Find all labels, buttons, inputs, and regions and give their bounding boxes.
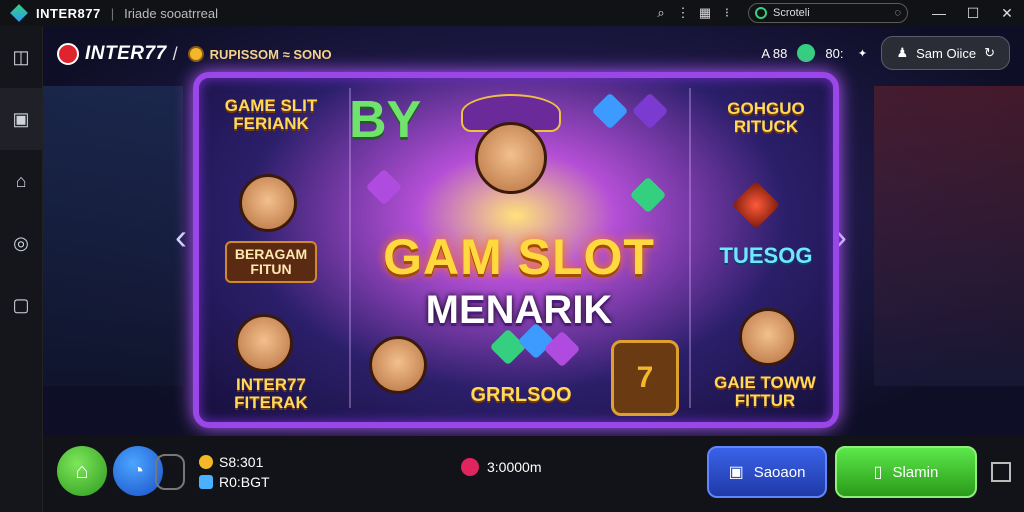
sidebar-item-screen[interactable]: ▣ [0,88,42,150]
sidebar-item-location[interactable]: ◎ [0,212,42,274]
gift-icon: ▣ [728,464,744,481]
mic-icon[interactable]: ◌ [894,7,901,19]
home-icon: ⌂ [75,458,89,483]
search-icon[interactable]: ⌕ [650,5,672,21]
home-button[interactable]: ⌂ [57,446,107,496]
search-value: Scroteli [773,7,810,19]
slot-title-main: GAM SLOT [383,229,655,285]
menu-icon[interactable]: ⁝ [716,5,738,21]
character-center-left [369,336,427,394]
treasure-pot-icon [731,180,781,230]
reel-divider [689,88,691,408]
coin-icon [199,455,213,469]
stat-bottom: R0:BGT [219,474,270,490]
gem-green-icon [797,44,816,62]
stat-top: S8:301 [219,454,264,470]
balance-value: 3:0000m [487,459,542,475]
blue-button-label: Saoaon [753,463,806,481]
emerald-gem-icon [489,328,527,366]
window-titlebar: INTER877 | Iriade sooatrreal ⌕ ⋮ ▦ ⁝ Scr… [0,0,1024,26]
card-symbol-icon [365,168,403,206]
prev-arrow-icon[interactable]: ‹ [175,216,187,258]
sidebar-item-window[interactable]: ▢ [0,274,42,336]
cash-symbol-icon [629,176,667,214]
spin-button[interactable]: ▯ Slamin [835,446,977,498]
game-viewport[interactable]: INTER77 / RUPISSOM ≈ SONO A 88 80: ✦ ♟ S… [43,26,1024,436]
player-stats: S8:301 R0:BGT [199,452,270,492]
arcade-background-left [43,86,183,386]
fullscreen-icon[interactable] [991,462,1011,482]
refresh-icon: ↻ [984,45,995,60]
keyboard-icon[interactable]: ▦ [694,5,716,21]
balance-display: 3:0000m [461,458,541,476]
app-logo-icon [10,4,28,22]
chat-icon: ◫ [12,46,30,67]
phone-icon: ▯ [873,464,883,481]
slot-machine-frame[interactable]: BY GAM SLOT MENARIK GAME SLIT FERIANK BE… [193,72,839,428]
character-left-mid [239,174,297,232]
tile-left-bottom[interactable]: INTER77 FITERAK [207,372,335,416]
spinner-icon: ◔ [131,459,145,482]
hero-character [475,122,547,194]
character-right-bottom [739,308,797,366]
tile-left-mid[interactable]: BERAGAM FITUN [209,238,333,286]
brand-name: INTER77 [85,43,167,64]
brand-icon [57,43,79,65]
location-icon: ◎ [13,232,29,253]
settings-icon[interactable]: ⋮ [672,5,694,21]
tile-center-bottom[interactable]: GRRLSOO [451,378,591,412]
sidebar-item-chat[interactable]: ◫ [0,26,42,88]
header-right: A 88 80: ✦ ♟ Sam Oiice ↻ [761,36,1010,70]
bottom-toolbar: ⌂ ◔ S8:301 R0:BGT 3:0000m ▣ Saoaon ▯ Sla… [43,436,1024,512]
tile-top-right[interactable]: GOHGUO RITUCK [699,92,833,144]
spin-button-label: Slamin [892,463,939,481]
title-separator: | [110,5,115,21]
character-left-bottom [235,314,293,372]
maximize-button[interactable]: ☐ [956,5,990,22]
seven-symbol-icon [591,92,629,130]
left-sidebar: ◫ ▣ ⌂ ◎ ▢ [0,26,43,512]
folder-icon: ⌂ [15,170,27,191]
tile-right-bottom[interactable]: GAIE TOWW FITTUR [697,368,833,416]
user-button[interactable]: ♟ Sam Oiice ↻ [881,36,1010,70]
seven-icon: 7 [636,361,654,395]
chest-symbol-icon [631,92,669,130]
ticket-icon [199,475,213,489]
minimize-button[interactable]: — [922,5,956,21]
tile-top-left[interactable]: GAME SLIT FERIANK [207,90,335,140]
window-icon: ▢ [12,294,30,315]
header-stat-2: 80: [825,45,844,61]
coin-icon [187,46,204,62]
app-name: INTER877 [36,5,101,21]
brand-logo[interactable]: INTER77 [57,43,167,65]
slot-reel-symbol: 7 [611,340,679,416]
balance-icon [461,458,479,476]
trophy-icon[interactable]: ✦ [853,44,871,62]
slot-by-text: BY [349,91,422,149]
phone-button[interactable] [155,454,185,490]
window-subtitle: Iriade sooatrreal [124,5,219,21]
blue-action-button[interactable]: ▣ Saoaon [707,446,827,498]
search-input[interactable]: Scroteli ◌ [748,3,908,23]
header-stat-1: A 88 [761,45,788,61]
search-status-icon [755,7,767,19]
tile-left-mid-label: BERAGAM FITUN [224,241,318,283]
tile-right-mid[interactable]: TUESOG [703,236,829,276]
promo-text: RUPISSOM ≈ SONO [209,46,332,62]
close-button[interactable]: ✕ [990,5,1024,22]
promo-banner[interactable]: RUPISSOM ≈ SONO [187,46,332,62]
screen-icon: ▣ [12,108,30,129]
user-label: Sam Oiice [916,45,977,61]
arcade-background-right [874,86,1024,386]
titlebar-controls: ⌕ ⋮ ▦ ⁝ Scroteli ◌ — ☐ ✕ [650,0,1024,26]
slot-title-sub: MENARIK [425,288,613,332]
brand-separator: / [172,43,178,64]
user-icon: ♟ [896,45,909,60]
sidebar-item-folder[interactable]: ⌂ [0,150,42,212]
